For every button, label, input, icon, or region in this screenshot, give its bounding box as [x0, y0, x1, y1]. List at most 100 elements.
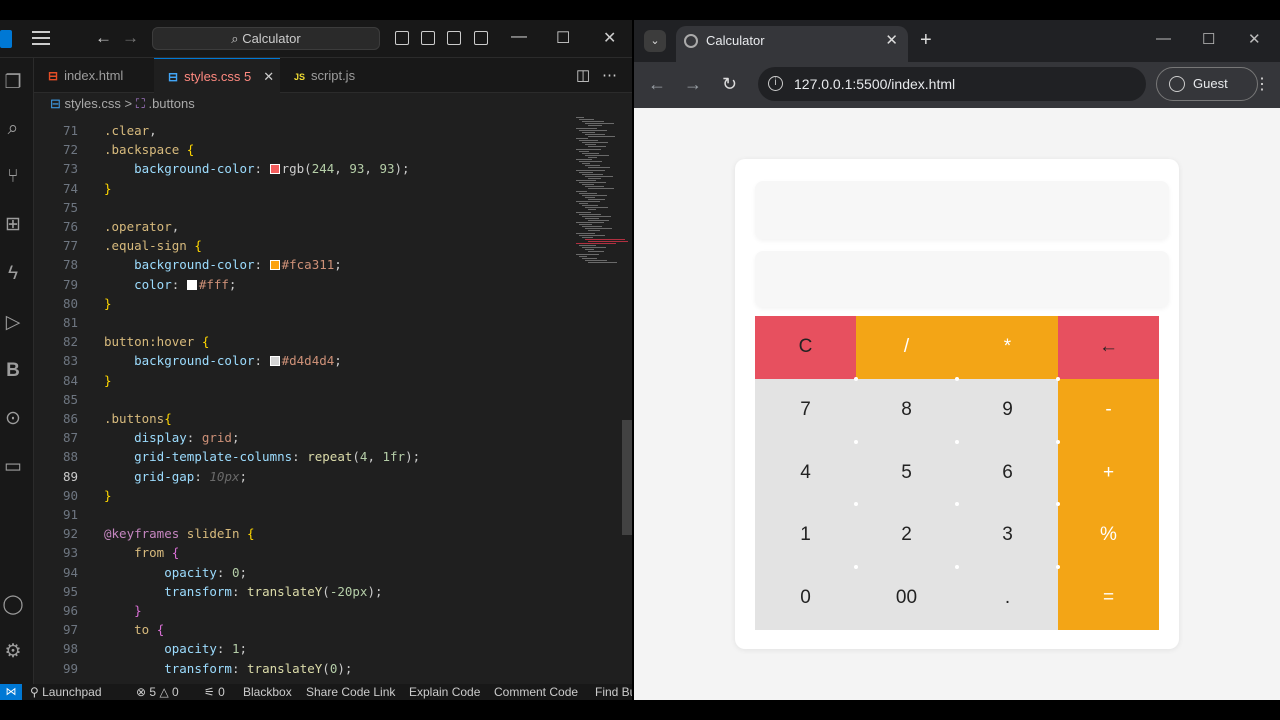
new-tab-icon[interactable]: + [920, 29, 932, 52]
account-icon[interactable]: ◯ [2, 594, 24, 616]
code-line[interactable]: .equal-sign { [104, 238, 202, 253]
code-line[interactable]: .backspace { [104, 142, 194, 157]
code-line[interactable]: @keyframes slideIn { [104, 526, 255, 541]
lightning-icon[interactable]: ϟ [2, 263, 24, 285]
calc-button-+[interactable]: + [1058, 441, 1159, 505]
code-line[interactable]: grid-gap: 10px; [104, 469, 247, 484]
explorer-icon[interactable]: ❐ [2, 72, 24, 94]
maximize-icon[interactable]: ☐ [556, 28, 570, 48]
status-explain-code[interactable]: Explain Code [409, 684, 480, 700]
breadcrumb-file[interactable]: styles.css [65, 96, 121, 111]
code-line[interactable]: .operator, [104, 219, 179, 234]
calc-button-00[interactable]: 00 [856, 567, 957, 630]
code-editor[interactable]: 71 .clear, 72 .backspace {73 background-col… [34, 115, 632, 684]
calc-button-1[interactable]: 1 [755, 504, 856, 568]
editor-scrollbar[interactable] [622, 420, 632, 535]
minimize-icon[interactable]: — [511, 28, 527, 46]
calc-button-3[interactable]: 3 [957, 504, 1058, 568]
code-line[interactable]: .clear, [104, 123, 157, 138]
close-window-icon[interactable]: ✕ [1248, 30, 1261, 48]
folder-icon[interactable]: ▭ [2, 456, 24, 478]
customize-layout-icon[interactable] [474, 31, 488, 45]
code-line[interactable]: } [104, 488, 112, 503]
problems-status[interactable]: ⊗ 5 △ 0 [136, 684, 179, 700]
status-comment-code[interactable]: Comment Code [494, 684, 578, 700]
code-line[interactable]: background-color: rgb(244, 93, 93); [104, 161, 409, 176]
settings-gear-icon[interactable]: ⚙ [2, 641, 24, 663]
calc-button-8[interactable]: 8 [856, 378, 957, 442]
split-editor-icon[interactable]: ◫ [576, 66, 590, 84]
reload-icon[interactable]: ↻ [722, 74, 737, 95]
launchpad-status[interactable]: ⚲ Launchpad [30, 684, 102, 700]
tab-search-icon[interactable]: ⌄ [644, 30, 666, 52]
code-line[interactable]: from { [104, 545, 179, 560]
run-debug-icon[interactable]: ▷ [2, 312, 24, 334]
code-line[interactable]: display: grid; [104, 430, 239, 445]
site-info-icon[interactable]: i [768, 76, 783, 91]
code-line[interactable]: opacity: 1; [104, 641, 247, 656]
status-find-bugs[interactable]: Find Bu [595, 684, 632, 700]
code-line[interactable]: button:hover { [104, 334, 209, 349]
tab-script-js[interactable]: JS script.js [280, 58, 400, 93]
back-arrow-icon[interactable]: ← [648, 74, 666, 95]
toggle-panel-icon[interactable] [421, 31, 435, 45]
breadcrumb-symbol[interactable]: .buttons [148, 96, 194, 111]
toggle-sidebar-icon[interactable] [395, 31, 409, 45]
profile-button[interactable]: Guest [1156, 67, 1258, 101]
toggle-secondary-sidebar-icon[interactable] [447, 31, 461, 45]
code-line[interactable]: opacity: 0; [104, 565, 247, 580]
code-line[interactable]: transform: translateY(-20px); [104, 584, 382, 599]
more-actions-icon[interactable]: ⋯ [602, 66, 617, 84]
close-tab-icon[interactable]: ✕ [885, 26, 898, 56]
calc-button-=[interactable]: = [1058, 567, 1159, 630]
command-center-search[interactable]: ⌕ Calculator [152, 27, 380, 50]
code-line[interactable]: to { [104, 622, 164, 637]
forward-arrow-icon[interactable]: → [122, 28, 139, 48]
code-line[interactable]: } [104, 296, 112, 311]
maximize-icon[interactable]: ☐ [1202, 30, 1215, 48]
code-line[interactable]: color: #fff; [104, 277, 236, 292]
minimap[interactable] [574, 115, 628, 684]
calc-button-5[interactable]: 5 [856, 441, 957, 505]
calc-button-%[interactable]: % [1058, 504, 1159, 568]
browser-menu-icon[interactable]: ⋮ [1254, 74, 1270, 94]
code-line[interactable]: .buttons{ [104, 411, 172, 426]
tab-index-html[interactable]: ⊟ index.html [34, 58, 154, 93]
tab-styles-css[interactable]: ⊟ styles.css 5 ✕ [154, 58, 280, 93]
blackbox-icon[interactable]: B [2, 360, 24, 382]
calc-button-2[interactable]: 2 [856, 504, 957, 568]
status-blackbox[interactable]: Blackbox [243, 684, 292, 700]
close-icon[interactable]: ✕ [603, 28, 616, 48]
minimize-icon[interactable]: — [1156, 30, 1171, 47]
menu-icon[interactable] [32, 31, 50, 45]
calc-button-C[interactable]: C [755, 316, 856, 379]
git-graph-icon[interactable]: ⊙ [2, 408, 24, 430]
calc-button-7[interactable]: 7 [755, 378, 856, 442]
remote-icon[interactable]: ⋈ [0, 684, 22, 700]
code-line[interactable]: transform: translateY(0); [104, 661, 352, 676]
calc-button-6[interactable]: 6 [957, 441, 1058, 505]
calc-button-/[interactable]: / [856, 316, 957, 379]
source-control-icon[interactable]: ⑂ [2, 166, 24, 188]
status-share-code-link[interactable]: Share Code Link [306, 684, 395, 700]
extensions-icon[interactable]: ⊞ [2, 214, 24, 236]
code-line[interactable]: } [104, 181, 112, 196]
calc-button-decimal[interactable]: . [957, 567, 1058, 630]
calc-button-*[interactable]: * [957, 316, 1058, 379]
code-line[interactable]: } [104, 373, 112, 388]
calc-button-backspace[interactable]: ← [1058, 316, 1159, 379]
code-line[interactable]: grid-template-columns: repeat(4, 1fr); [104, 449, 420, 464]
calc-button-9[interactable]: 9 [957, 378, 1058, 442]
ports-status[interactable]: ⚟ 0 [204, 684, 225, 700]
browser-tab-calculator[interactable]: Calculator ✕ [676, 26, 908, 62]
code-line[interactable]: background-color: #fca311; [104, 257, 342, 272]
close-tab-icon[interactable]: ✕ [263, 69, 274, 84]
calc-button-4[interactable]: 4 [755, 441, 856, 505]
code-line[interactable]: } [104, 603, 142, 618]
code-line[interactable]: background-color: #d4d4d4; [104, 353, 342, 368]
back-arrow-icon[interactable]: ← [95, 28, 112, 48]
calc-button-0[interactable]: 0 [755, 567, 856, 630]
search-icon[interactable]: ⌕ [2, 118, 24, 140]
address-bar[interactable]: i 127.0.0.1:5500/index.html [758, 67, 1146, 101]
calc-button--[interactable]: - [1058, 378, 1159, 442]
